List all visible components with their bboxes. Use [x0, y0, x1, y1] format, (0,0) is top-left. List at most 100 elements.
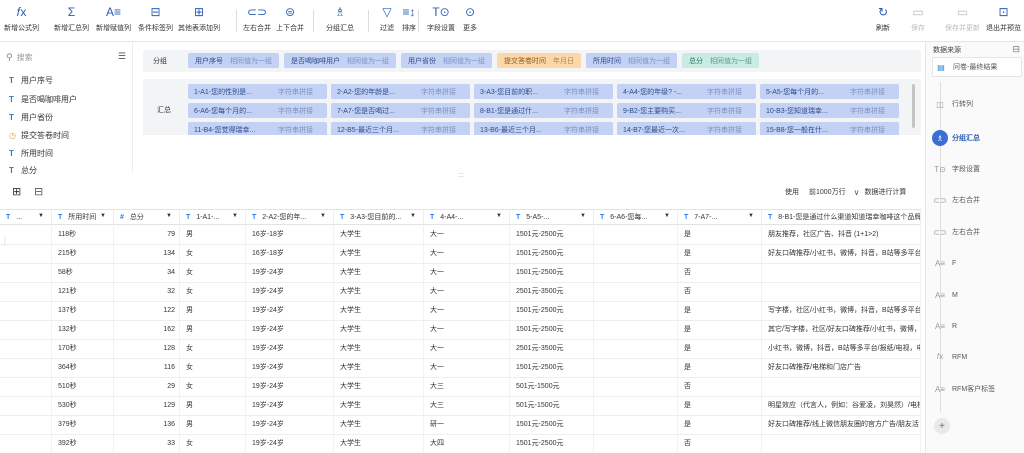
- table-cell[interactable]: 170秒: [52, 340, 114, 358]
- table-cell[interactable]: 是: [678, 397, 762, 415]
- table-cell[interactable]: 121秒: [52, 283, 114, 301]
- table-cell[interactable]: 1501元-2500元: [510, 264, 594, 282]
- toolbar-button-5[interactable]: ⊂⊃ 左右合并: [243, 4, 271, 38]
- table-cell[interactable]: 是: [678, 321, 762, 339]
- table-cell[interactable]: 否: [678, 283, 762, 301]
- table-cell[interactable]: [762, 435, 921, 453]
- toolbar-button-4[interactable]: ⊞ 其他表添加列: [178, 4, 220, 38]
- column-menu-icon[interactable]: ▼: [320, 213, 326, 219]
- table-cell[interactable]: 32: [114, 283, 180, 301]
- table-cell[interactable]: [0, 397, 52, 415]
- summary-chip[interactable]: 9-B2-您主要购买... 字符串拼接: [617, 103, 756, 118]
- toolbar-button-3[interactable]: ⊟ 条件标签列: [138, 4, 173, 38]
- column-menu-icon[interactable]: ▼: [410, 213, 416, 219]
- summary-scrollbar[interactable]: [912, 84, 915, 128]
- table-cell[interactable]: 大学生: [334, 435, 424, 453]
- summary-chip[interactable]: 13-B6-最近三个月... 字符串拼接: [474, 122, 613, 135]
- table-cell[interactable]: 男: [180, 302, 246, 320]
- table-cell[interactable]: 116: [114, 359, 180, 377]
- table-cell[interactable]: [0, 359, 52, 377]
- table-cell[interactable]: 530秒: [52, 397, 114, 415]
- table-cell[interactable]: 好友口碑推荐/线上微信朋友圈的官方广告/朋友活: [762, 416, 921, 434]
- toolbar-button-0[interactable]: 𝑓x 新增公式列: [4, 4, 39, 38]
- column-header[interactable]: T 6-A6-您每... ▼: [594, 210, 678, 224]
- table-cell[interactable]: 19岁-24岁: [246, 416, 334, 434]
- table-cell[interactable]: 大学生: [334, 264, 424, 282]
- table-cell[interactable]: [594, 302, 678, 320]
- toolbar-button-6[interactable]: ⊜ 上下合并: [276, 4, 304, 38]
- table-cell[interactable]: 122: [114, 302, 180, 320]
- table-cell[interactable]: [594, 416, 678, 434]
- table-cell[interactable]: 男: [180, 416, 246, 434]
- table-cell[interactable]: 女: [180, 435, 246, 453]
- table-cell[interactable]: 19岁-24岁: [246, 283, 334, 301]
- step-item[interactable]: ▤ 问卷-最终结果: [932, 57, 1022, 77]
- table-cell[interactable]: 是: [678, 226, 762, 244]
- table-cell[interactable]: [0, 435, 52, 453]
- toolbar-button-8[interactable]: ▽ 过滤: [380, 4, 394, 38]
- table-cell[interactable]: 小红书，微博，抖音，B站等多平台/报纸/电视，电: [762, 340, 921, 358]
- step-item[interactable]: ⊂⊃ 左右合并: [932, 190, 1022, 210]
- table-cell[interactable]: 女: [180, 283, 246, 301]
- table-cell[interactable]: 2501元-3500元: [510, 340, 594, 358]
- table-cell[interactable]: 男: [180, 321, 246, 339]
- table-cell[interactable]: 研一: [424, 416, 510, 434]
- table-cell[interactable]: 19岁-24岁: [246, 321, 334, 339]
- group-chip[interactable]: 用户省份 相同值为一组: [401, 53, 492, 68]
- summary-chip[interactable]: 1-A1-您的性别是... 字符串拼接: [188, 84, 327, 99]
- step-item[interactable]: ◫ 行转列: [932, 94, 1022, 114]
- column-header[interactable]: T 1-A1-... ▼: [180, 210, 246, 224]
- table-cell[interactable]: 1501元-2500元: [510, 302, 594, 320]
- drag-handle-icon[interactable]: ⋮ ⋮: [2, 237, 8, 247]
- toolbar-button-11[interactable]: ⊙ 更多: [463, 4, 477, 38]
- table-cell[interactable]: 女: [180, 264, 246, 282]
- column-menu-icon[interactable]: ▼: [100, 213, 106, 219]
- table-cell[interactable]: 1501元-2500元: [510, 359, 594, 377]
- table-cell[interactable]: 朋友推荐，社区广告、抖音 (1+1>2): [762, 226, 921, 244]
- table-cell[interactable]: 大一: [424, 340, 510, 358]
- table-cell[interactable]: 男: [180, 226, 246, 244]
- column-header[interactable]: # 总分 ▼: [114, 210, 180, 224]
- table-cell[interactable]: [594, 283, 678, 301]
- step-item[interactable]: 𝑓x RFM: [932, 347, 1022, 367]
- table-cell[interactable]: 大学生: [334, 378, 424, 396]
- table-cell[interactable]: 137秒: [52, 302, 114, 320]
- table-cell[interactable]: 好友口碑推荐/小红书，微博，抖音，B站等多平台: [762, 245, 921, 263]
- step-item[interactable]: A≡ F: [932, 253, 1022, 273]
- table-cell[interactable]: 19岁-24岁: [246, 359, 334, 377]
- table-cell[interactable]: 136: [114, 416, 180, 434]
- table-cell[interactable]: [594, 340, 678, 358]
- table-cell[interactable]: 118秒: [52, 226, 114, 244]
- table-cell[interactable]: [594, 321, 678, 339]
- field-item[interactable]: T 用户序号: [9, 73, 53, 87]
- toolbar-button-2[interactable]: A≡ 新增赋值列: [96, 4, 131, 38]
- table-cell[interactable]: 大学生: [334, 416, 424, 434]
- table-cell[interactable]: 大学生: [334, 226, 424, 244]
- table-cell[interactable]: 大一: [424, 264, 510, 282]
- table-cell[interactable]: 19岁-24岁: [246, 435, 334, 453]
- group-chip[interactable]: 提交答卷时间 年月日: [497, 53, 581, 68]
- table-cell[interactable]: [0, 302, 52, 320]
- table-cell[interactable]: [594, 264, 678, 282]
- table-cell[interactable]: 是: [678, 359, 762, 377]
- table-cell[interactable]: 大学生: [334, 359, 424, 377]
- table-cell[interactable]: 大学生: [334, 397, 424, 415]
- table-cell[interactable]: 1501元-2500元: [510, 245, 594, 263]
- table-cell[interactable]: 是: [678, 416, 762, 434]
- summary-chip[interactable]: 3-A3-您目前的职... 字符串拼接: [474, 84, 613, 99]
- summary-chip[interactable]: 6-A6-您每个月的... 字符串拼接: [188, 103, 327, 118]
- table-cell[interactable]: 162: [114, 321, 180, 339]
- column-menu-icon[interactable]: ▼: [496, 213, 502, 219]
- table-cell[interactable]: 392秒: [52, 435, 114, 453]
- table-cell[interactable]: 129: [114, 397, 180, 415]
- table-cell[interactable]: 510秒: [52, 378, 114, 396]
- split-view-icon[interactable]: ⊟: [34, 186, 46, 198]
- sample-select[interactable]: 前1000万行 ∨: [809, 187, 859, 197]
- table-cell[interactable]: 是: [678, 302, 762, 320]
- table-cell[interactable]: [0, 283, 52, 301]
- toolbar-button-10[interactable]: T⊙ 字段设置: [427, 4, 455, 38]
- table-cell[interactable]: 501元-1500元: [510, 378, 594, 396]
- table-cell[interactable]: 364秒: [52, 359, 114, 377]
- table-cell[interactable]: 女: [180, 245, 246, 263]
- summary-chip[interactable]: 11-B4-您觉得瑞幸... 字符串拼接: [188, 122, 327, 135]
